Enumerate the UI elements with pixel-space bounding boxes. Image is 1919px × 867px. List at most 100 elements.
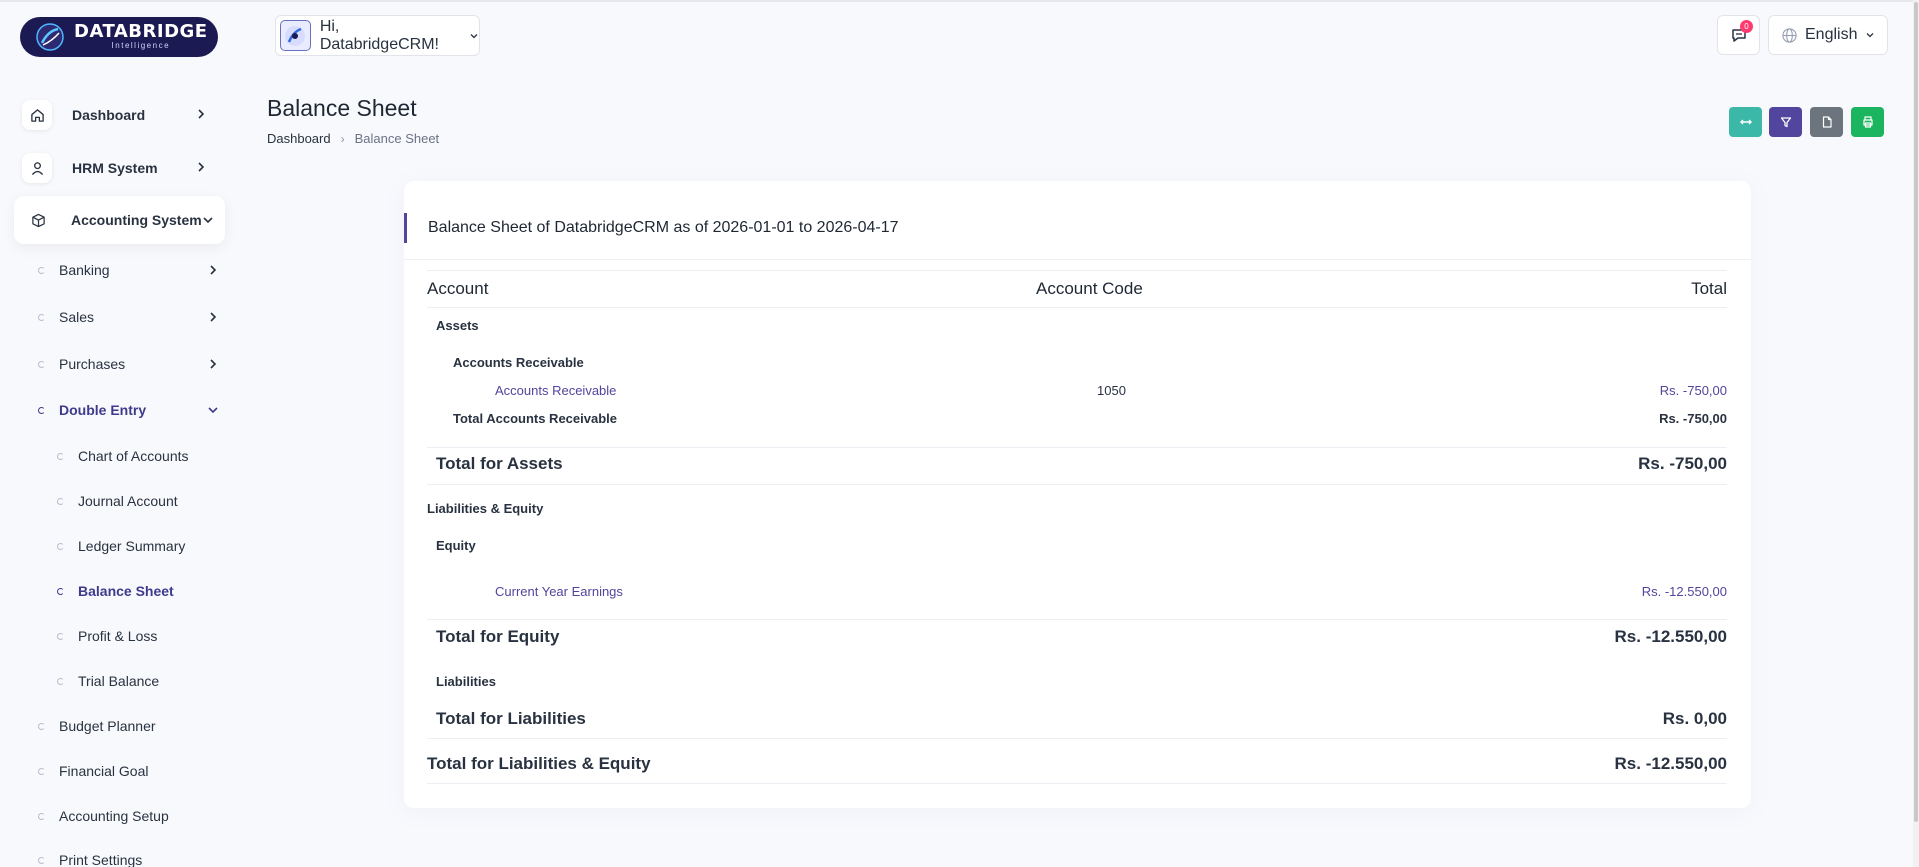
breadcrumb-dashboard-link[interactable]: Dashboard <box>267 131 331 146</box>
divider <box>427 484 1727 485</box>
sidebar-item-balance-sheet[interactable]: Balance Sheet <box>57 580 237 602</box>
group-total-label: Total Accounts Receivable <box>453 411 617 426</box>
sidebar-item-label: Balance Sheet <box>78 583 174 599</box>
sidebar-item-label: Double Entry <box>59 402 147 418</box>
export-button[interactable] <box>1810 107 1843 137</box>
account-link-current-year-earnings[interactable]: Current Year Earnings <box>495 584 623 599</box>
sidebar-item-budget-planner[interactable]: Budget Planner <box>38 715 218 737</box>
group-label-liabilities: Liabilities <box>436 674 496 689</box>
collapse-button[interactable] <box>1729 107 1762 137</box>
divider <box>427 738 1727 739</box>
notification-badge: 0 <box>1740 20 1753 33</box>
brand-name: DATABRIDGE <box>74 21 208 42</box>
total-equity-label: Total for Equity <box>436 627 560 646</box>
total-assets-label: Total for Assets <box>436 454 563 473</box>
chevron-right-icon <box>210 312 217 322</box>
brand-logo[interactable]: DATABRIDGE Intelligence <box>20 17 218 57</box>
file-icon <box>1822 116 1832 128</box>
language-selector[interactable]: English <box>1768 15 1888 55</box>
bullet-icon <box>57 452 64 460</box>
chevron-right-icon <box>198 162 205 172</box>
sidebar-item-label: Profit & Loss <box>78 628 158 644</box>
bullet-icon <box>57 632 64 640</box>
chevron-down-icon <box>1867 33 1874 38</box>
filter-icon <box>1780 117 1791 128</box>
sidebar-item-label: Dashboard <box>72 107 146 123</box>
sidebar-item-hrm-system[interactable]: HRM System <box>20 146 218 190</box>
bullet-icon <box>38 360 45 368</box>
top-border <box>0 0 1919 2</box>
chevron-right-icon <box>210 265 217 275</box>
sidebar-item-accounting-setup[interactable]: Accounting Setup <box>38 805 218 827</box>
balance-sheet-card: Balance Sheet of DatabridgeCRM as of 202… <box>404 181 1751 808</box>
box-icon <box>23 205 53 235</box>
section-label-assets: Assets <box>436 318 479 333</box>
page-title: Balance Sheet <box>267 95 417 121</box>
card-header: Balance Sheet of DatabridgeCRM as of 202… <box>404 198 1751 260</box>
account-link-accounts-receivable[interactable]: Accounts Receivable <box>495 383 616 398</box>
sidebar-item-accounting-system[interactable]: Accounting System <box>14 196 225 244</box>
earnings-total-link[interactable]: Rs. -12.550,00 <box>1642 584 1727 599</box>
column-header-total: Total <box>1691 279 1727 298</box>
divider <box>427 447 1727 448</box>
total-equity-value: Rs. -12.550,00 <box>1614 627 1727 646</box>
chevron-down-icon <box>470 33 478 38</box>
chevron-right-icon <box>198 109 205 119</box>
logo-mark-icon <box>34 21 66 53</box>
user-greeting: Hi, DatabridgeCRM! <box>319 17 439 53</box>
account-total-link[interactable]: Rs. -750,00 <box>1660 383 1727 398</box>
sidebar-item-label: Purchases <box>59 356 126 372</box>
sidebar-item-trial-balance[interactable]: Trial Balance <box>57 670 237 692</box>
avatar <box>280 20 311 51</box>
chevron-right-icon: › <box>340 131 345 146</box>
sidebar-item-chart-of-accounts[interactable]: Chart of Accounts <box>57 445 237 467</box>
scrollbar-thumb[interactable] <box>1914 2 1918 822</box>
sidebar-item-financial-goal[interactable]: Financial Goal <box>38 760 218 782</box>
home-icon <box>22 100 52 130</box>
sidebar-item-purchases[interactable]: Purchases <box>38 353 218 375</box>
chevron-down-icon <box>203 217 213 224</box>
sidebar-item-print-settings[interactable]: Print Settings <box>38 849 218 867</box>
sidebar-item-journal-account[interactable]: Journal Account <box>57 490 237 512</box>
total-liabilities-equity-value: Rs. -12.550,00 <box>1614 754 1727 773</box>
sidebar-item-banking[interactable]: Banking <box>38 259 218 281</box>
bullet-icon <box>38 722 45 730</box>
bullet-icon <box>38 767 45 775</box>
sidebar-item-label: Financial Goal <box>59 763 149 779</box>
accent-bar <box>404 213 407 243</box>
bullet-icon <box>38 266 45 274</box>
user-menu-button[interactable]: Hi, DatabridgeCRM! <box>275 15 480 56</box>
filter-button[interactable] <box>1769 107 1802 137</box>
total-liabilities-label: Total for Liabilities <box>436 709 586 728</box>
total-liabilities-value: Rs. 0,00 <box>1662 709 1727 728</box>
sidebar-item-label: Accounting Setup <box>59 808 169 824</box>
breadcrumb-current: Balance Sheet <box>354 131 440 146</box>
bullet-icon <box>38 856 45 864</box>
divider <box>427 307 1727 308</box>
bullet-icon <box>38 812 45 820</box>
report-title: Balance Sheet of DatabridgeCRM as of 202… <box>428 219 899 236</box>
sidebar-item-sales[interactable]: Sales <box>38 306 218 328</box>
sidebar-item-label: Budget Planner <box>59 718 156 734</box>
group-label-accounts-receivable: Accounts Receivable <box>453 355 584 370</box>
sidebar-item-dashboard[interactable]: Dashboard <box>20 93 218 137</box>
bullet-icon <box>57 497 64 505</box>
sidebar-item-label: Chart of Accounts <box>78 448 189 464</box>
bullet-icon <box>57 587 64 595</box>
bullet-icon <box>38 406 45 414</box>
group-label-equity: Equity <box>436 538 476 553</box>
sidebar-item-profit-loss[interactable]: Profit & Loss <box>57 625 237 647</box>
sidebar-item-ledger-summary[interactable]: Ledger Summary <box>57 535 237 557</box>
sidebar-item-label: Banking <box>59 262 110 278</box>
sidebar-item-double-entry[interactable]: Double Entry <box>38 399 218 421</box>
user-icon <box>22 153 52 183</box>
messages-button[interactable]: 0 <box>1717 15 1760 55</box>
chevron-down-icon <box>208 407 218 414</box>
print-button[interactable] <box>1851 107 1884 137</box>
sidebar-item-label: Ledger Summary <box>78 538 186 554</box>
sidebar-item-label: Print Settings <box>59 852 143 867</box>
chevron-right-icon <box>210 359 217 369</box>
brand-tagline: Intelligence <box>111 41 171 50</box>
bullet-icon <box>57 677 64 685</box>
section-label-liabilities-equity: Liabilities & Equity <box>427 501 544 516</box>
